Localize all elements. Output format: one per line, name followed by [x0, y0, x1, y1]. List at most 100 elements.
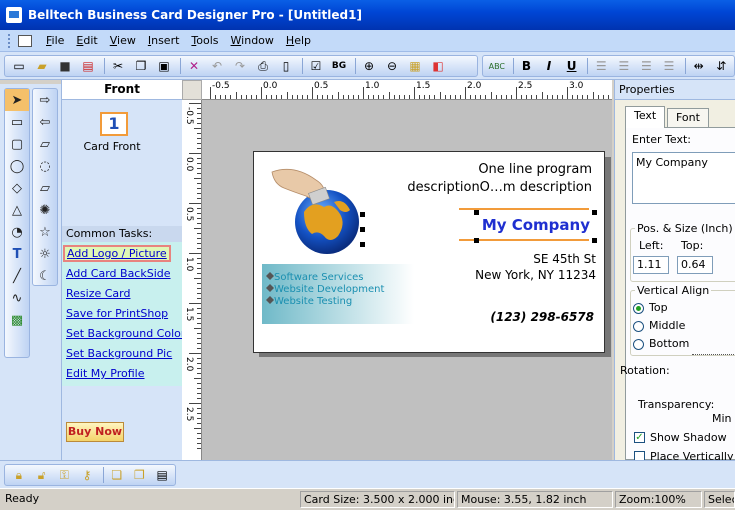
picture-icon[interactable]: ▩ [5, 309, 29, 331]
rounded-rectangle-icon[interactable]: ▢ [5, 133, 29, 155]
callout-icon[interactable]: ▱ [33, 133, 57, 155]
ruler-tick [363, 87, 364, 99]
rotation-slider[interactable] [692, 354, 735, 355]
parallelogram-icon[interactable]: ▱ [33, 177, 57, 199]
align-center-icon[interactable]: ☰ [614, 57, 634, 75]
speech-bubble-icon[interactable]: ◌ [33, 155, 57, 177]
send-back-icon[interactable]: ❐ [130, 466, 150, 484]
service-item[interactable]: Software Services [274, 272, 363, 283]
italic-button[interactable]: I [539, 57, 559, 75]
show-shadow-checkbox[interactable]: ✓ [634, 432, 645, 443]
grip-handle[interactable] [8, 33, 12, 48]
text-icon[interactable]: T [5, 243, 29, 265]
background-icon[interactable]: BG [329, 57, 349, 75]
top-input[interactable]: 0.64 [677, 256, 713, 274]
moon-icon[interactable]: ☾ [33, 265, 57, 287]
arrow-right-icon[interactable]: ⇨ [33, 89, 57, 111]
task-resize-card[interactable]: Resize Card [66, 287, 130, 300]
place-vertically-checkbox[interactable] [634, 451, 645, 460]
color-icon[interactable]: ◧ [428, 57, 448, 75]
star-icon[interactable]: ☆ [33, 221, 57, 243]
curve-icon[interactable]: ∿ [5, 287, 29, 309]
sun-icon[interactable]: ☼ [33, 243, 57, 265]
menu-window[interactable]: Window [225, 34, 280, 47]
menu-tools[interactable]: Tools [185, 34, 224, 47]
radio-top[interactable] [633, 303, 644, 314]
arc-icon[interactable]: ◔ [5, 221, 29, 243]
design-canvas[interactable]: One line program descriptionO…m descript… [202, 100, 612, 460]
lock-all-icon[interactable]: ⚿ [54, 466, 74, 484]
tab-font[interactable]: Font [667, 108, 709, 128]
unlock-icon[interactable]: 🔓︎ [32, 466, 52, 484]
service-item[interactable]: Website Development [274, 284, 384, 295]
spell-check-icon[interactable]: ABC [487, 57, 507, 75]
company-name[interactable]: My Company [482, 216, 590, 234]
triangle-icon[interactable]: △ [5, 199, 29, 221]
radio-bottom[interactable] [633, 339, 644, 350]
buy-now-button[interactable]: Buy Now [66, 422, 124, 442]
service-item[interactable]: Website Testing [274, 296, 352, 307]
program-line-2[interactable]: descriptionO…m description [407, 180, 592, 195]
save-icon[interactable]: ■ [55, 57, 75, 75]
align-right-icon[interactable]: ☰ [637, 57, 657, 75]
ruler-tick [306, 95, 308, 99]
ellipse-icon[interactable]: ◯ [5, 155, 29, 177]
grid-icon[interactable]: ▦ [405, 57, 425, 75]
zoom-in-icon[interactable]: ⊕ [359, 57, 379, 75]
card-thumbnail[interactable]: 1 [100, 112, 128, 136]
phone-number[interactable]: (123) 298-6578 [490, 310, 594, 324]
document-icon[interactable] [18, 34, 32, 47]
task-add-backside[interactable]: Add Card BackSide [66, 267, 171, 280]
unlock-all-icon[interactable]: ⚷ [77, 466, 97, 484]
open-icon[interactable]: ▰ [32, 57, 52, 75]
enter-text-field[interactable]: My Company [632, 152, 735, 204]
program-line-1[interactable]: One line program [478, 162, 592, 177]
line-icon[interactable]: ╱ [5, 265, 29, 287]
arrow-left-icon[interactable]: ⇦ [33, 111, 57, 133]
ruler-tick [194, 328, 201, 329]
print-icon[interactable]: ⎙ [253, 57, 273, 75]
vertical-align-group: Vertical Align Top Middle Bottom [630, 284, 735, 356]
business-card[interactable]: One line program descriptionO…m descript… [253, 151, 605, 353]
copy-icon[interactable]: ❐ [131, 57, 151, 75]
zoom-out-icon[interactable]: ⊖ [382, 57, 402, 75]
new-icon[interactable]: ▭ [9, 57, 29, 75]
menu-view[interactable]: View [104, 34, 142, 47]
tab-text[interactable]: Text [625, 106, 666, 128]
lock-icon[interactable]: 🔒︎ [9, 466, 29, 484]
ruler-tick [556, 95, 558, 99]
flip-vertical-icon[interactable]: ⇵ [711, 57, 731, 75]
bold-button[interactable]: B [517, 57, 537, 75]
menu-file[interactable]: File [40, 34, 70, 47]
task-add-logo[interactable]: Add Logo / Picture [63, 245, 171, 262]
menu-help[interactable]: Help [280, 34, 317, 47]
rectangle-icon[interactable]: ▭ [5, 111, 29, 133]
task-set-background-color[interactable]: Set Background Color [66, 327, 185, 340]
flip-horizontal-icon[interactable]: ⇹ [689, 57, 709, 75]
bring-front-icon[interactable]: ❏ [107, 466, 127, 484]
print-preview-icon[interactable]: ▯ [276, 57, 296, 75]
properties-icon[interactable]: ☑ [306, 57, 326, 75]
align-justify-icon[interactable]: ☰ [659, 57, 679, 75]
left-input[interactable]: 1.11 [633, 256, 669, 274]
delete-icon[interactable]: ✕ [184, 57, 204, 75]
diamond-icon[interactable]: ◇ [5, 177, 29, 199]
underline-button[interactable]: U [562, 57, 582, 75]
address-line-1[interactable]: SE 45th St [533, 252, 596, 266]
task-save-printshop[interactable]: Save for PrintShop [66, 307, 168, 320]
cut-icon[interactable]: ✂ [108, 57, 128, 75]
redo-icon[interactable]: ↷ [230, 57, 250, 75]
menu-insert[interactable]: Insert [142, 34, 186, 47]
align-left-icon[interactable]: ☰ [591, 57, 611, 75]
task-set-background-pic[interactable]: Set Background Pic [66, 347, 172, 360]
group-icon[interactable]: ▤ [152, 466, 172, 484]
address-line-2[interactable]: New York, NY 11234 [475, 268, 596, 282]
pdf-icon[interactable]: ▤ [78, 57, 98, 75]
task-edit-profile[interactable]: Edit My Profile [66, 367, 145, 380]
radio-middle[interactable] [633, 321, 644, 332]
menu-edit[interactable]: Edit [70, 34, 103, 47]
burst-icon[interactable]: ✺ [33, 199, 57, 221]
paste-icon[interactable]: ▣ [154, 57, 174, 75]
pointer-icon[interactable]: ➤ [5, 89, 29, 111]
undo-icon[interactable]: ↶ [207, 57, 227, 75]
